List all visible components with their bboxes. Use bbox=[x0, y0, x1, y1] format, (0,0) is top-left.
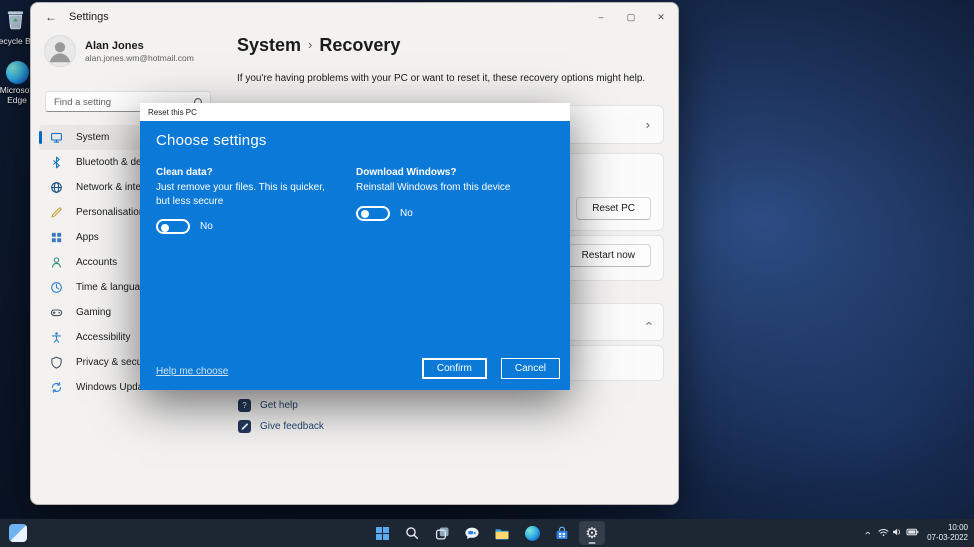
dialog-titlebar: Reset this PC bbox=[140, 103, 570, 121]
window-title: Settings bbox=[69, 11, 109, 23]
cancel-button[interactable]: Cancel bbox=[500, 358, 560, 379]
back-button[interactable]: ← bbox=[45, 10, 57, 24]
gaming-icon bbox=[50, 306, 63, 319]
taskbar-clock[interactable]: 10:00 07-03-2022 bbox=[927, 523, 968, 543]
download-windows-option: Download Windows? Reinstall Windows from… bbox=[356, 167, 558, 234]
reset-pc-button[interactable]: Reset PC bbox=[576, 197, 651, 220]
dialog-heading: Choose settings bbox=[156, 132, 267, 149]
battery-icon bbox=[906, 524, 919, 542]
taskbar-apps: ⚙ bbox=[369, 521, 605, 545]
breadcrumb: System › Recovery bbox=[237, 35, 400, 56]
window-titlebar: ← Settings bbox=[31, 3, 678, 31]
recycle-bin-icon bbox=[3, 7, 28, 35]
page-description: If you're having problems with your PC o… bbox=[237, 73, 646, 84]
breadcrumb-separator: › bbox=[308, 37, 313, 52]
reset-pc-dialog: Reset this PC Choose settings Clean data… bbox=[140, 103, 570, 390]
bluetooth-icon bbox=[50, 156, 63, 169]
personalisation-icon bbox=[50, 206, 63, 219]
taskbar-start-button[interactable] bbox=[369, 521, 395, 545]
edge-icon bbox=[5, 61, 29, 84]
confirm-button[interactable]: Confirm bbox=[421, 358, 487, 379]
sidebar-item-label: Accounts bbox=[76, 257, 118, 268]
toggle-knob bbox=[161, 223, 169, 232]
sidebar-item-label: System bbox=[76, 132, 110, 143]
taskbar-task-view-icon[interactable] bbox=[429, 521, 455, 545]
help-me-choose-link[interactable]: Help me choose bbox=[156, 366, 228, 377]
download-windows-toggle[interactable] bbox=[356, 205, 390, 221]
feedback-icon bbox=[238, 420, 251, 433]
clean-data-toggle[interactable] bbox=[156, 219, 190, 234]
accessibility-icon bbox=[50, 331, 63, 344]
widgets-icon[interactable] bbox=[9, 524, 27, 542]
accounts-icon bbox=[50, 256, 63, 269]
sidebar-item-label: Accessibility bbox=[76, 332, 131, 343]
give-feedback-link[interactable]: Give feedback bbox=[238, 420, 324, 433]
taskbar-file-explorer-icon[interactable] bbox=[489, 521, 515, 545]
system-icon bbox=[50, 131, 63, 144]
profile-name: Alan Jones bbox=[85, 39, 144, 52]
sidebar-item-label: Personalisation bbox=[76, 207, 145, 218]
restart-now-button[interactable]: Restart now bbox=[565, 244, 651, 267]
dialog-body: Choose settings Clean data? Just remove … bbox=[140, 121, 570, 390]
toggle-state-label: No bbox=[200, 221, 213, 232]
tray-status-cluster[interactable] bbox=[878, 524, 919, 542]
option-title: Download Windows? bbox=[356, 167, 457, 178]
system-tray: › 10:00 07-03-2022 bbox=[862, 519, 968, 547]
taskbar-edge-icon[interactable] bbox=[519, 521, 545, 545]
update-icon bbox=[50, 381, 63, 394]
tray-chevron-up-icon[interactable]: › bbox=[862, 531, 874, 535]
toggle-knob bbox=[361, 210, 369, 218]
page-title: Recovery bbox=[319, 35, 401, 55]
clock-time: 10:00 bbox=[947, 523, 968, 532]
maximize-button[interactable]: ▢ bbox=[616, 3, 646, 31]
option-description: Just remove your files. This is quicker,… bbox=[156, 182, 325, 207]
taskbar: ⚙ › 10:00 07-03-2022 bbox=[0, 519, 974, 547]
toggle-state-label: No bbox=[400, 207, 413, 219]
profile-email: alan.jones.wm@hotmail.com bbox=[85, 52, 194, 63]
get-help-label: Get help bbox=[260, 400, 298, 411]
time-icon bbox=[50, 281, 63, 294]
chevron-right-icon: › bbox=[645, 117, 650, 132]
apps-icon bbox=[50, 231, 63, 244]
chevron-up-icon: › bbox=[640, 321, 656, 326]
sidebar-item-label: Apps bbox=[76, 232, 99, 243]
breadcrumb-root[interactable]: System bbox=[237, 35, 301, 55]
clock-date: 07-03-2022 bbox=[927, 533, 968, 542]
desktop: Recycle Bin Microsoft Edge ← Settings – … bbox=[0, 0, 974, 547]
network-icon bbox=[878, 524, 889, 542]
sidebar-item-label: Gaming bbox=[76, 307, 112, 318]
taskbar-search-icon[interactable] bbox=[399, 521, 425, 545]
option-title: Clean data? bbox=[156, 167, 213, 178]
minimize-button[interactable]: – bbox=[586, 3, 616, 31]
close-button[interactable]: ✕ bbox=[646, 3, 676, 31]
avatar bbox=[44, 35, 76, 67]
clean-data-option: Clean data? Just remove your files. This… bbox=[156, 167, 356, 234]
taskbar-store-icon[interactable] bbox=[549, 521, 575, 545]
dialog-title: Reset this PC bbox=[148, 107, 197, 117]
taskbar-chat-icon[interactable] bbox=[459, 521, 485, 545]
option-description: Reinstall Windows from this device bbox=[356, 182, 511, 193]
give-feedback-label: Give feedback bbox=[260, 421, 324, 432]
get-help-link[interactable]: ? Get help bbox=[238, 399, 298, 412]
user-profile: Alan Jones alan.jones.wm@hotmail.com bbox=[44, 35, 194, 67]
volume-icon bbox=[892, 524, 903, 542]
window-controls: – ▢ ✕ bbox=[586, 3, 676, 31]
get-help-icon: ? bbox=[238, 399, 251, 412]
privacy-icon bbox=[50, 356, 63, 369]
network-icon bbox=[50, 181, 63, 194]
taskbar-settings-icon[interactable]: ⚙ bbox=[579, 521, 605, 545]
